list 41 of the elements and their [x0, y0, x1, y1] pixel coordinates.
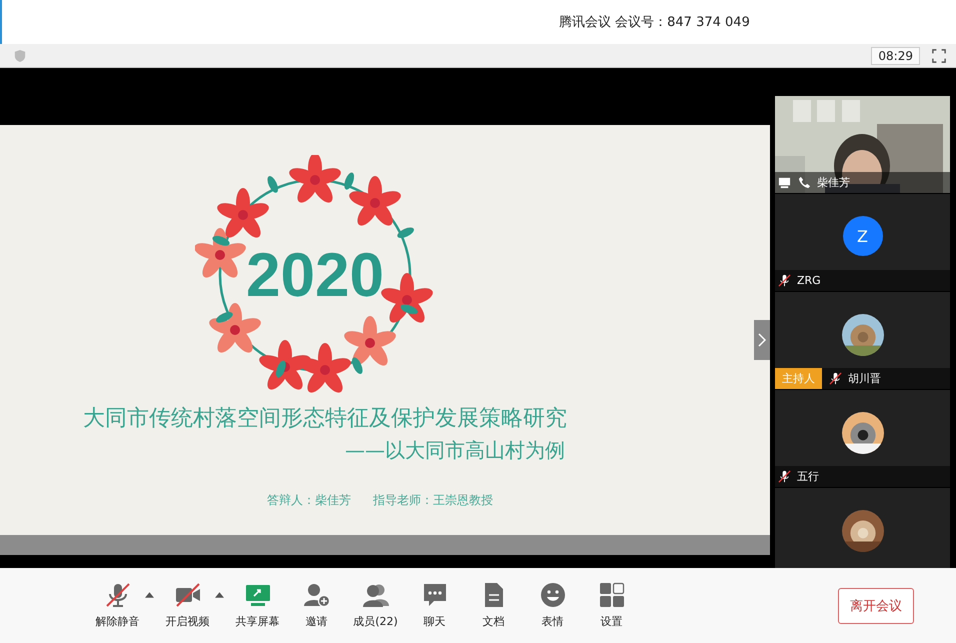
slide-year: 2020	[246, 240, 384, 310]
share-button[interactable]: 共享屏幕	[230, 578, 285, 633]
participant-tile[interactable]: Z ZRG	[775, 194, 950, 291]
doc-button[interactable]: 文档	[466, 578, 521, 633]
next-page-button[interactable]	[754, 320, 770, 360]
mic-button[interactable]: 解除静音	[90, 578, 145, 633]
monitor-icon	[244, 582, 270, 608]
meeting-timer: 08:29	[871, 46, 920, 64]
chevron-right-icon	[758, 333, 766, 347]
slide-subtitle: ——以大同市高山村为例	[345, 437, 565, 464]
leave-meeting-button[interactable]: 离开会议	[838, 588, 914, 624]
add-person-icon	[304, 582, 330, 608]
chat-icon	[422, 582, 448, 608]
participant-tile[interactable]: 五行	[775, 390, 950, 487]
slide-title: 大同市传统村落空间形态特征及保护发展策略研究	[83, 405, 567, 433]
participant-name: 柴佳芳	[817, 175, 850, 190]
window-title: 腾讯会议 会议号：847 374 049	[559, 14, 750, 31]
caret-icon[interactable]	[215, 592, 224, 598]
participant-name: ZRG	[797, 274, 821, 287]
people-icon	[362, 582, 388, 608]
settings-icon	[598, 582, 624, 608]
chat-button[interactable]: 聊天	[407, 578, 462, 633]
invite-button[interactable]: 邀请	[289, 578, 344, 633]
settings-button[interactable]: 设置	[584, 578, 639, 633]
presenter-text: 答辩人：柴佳芳	[267, 492, 351, 509]
caret-icon[interactable]	[145, 592, 154, 598]
camera-icon	[174, 582, 200, 608]
emoji-button[interactable]: 表情	[525, 578, 580, 633]
avatar-initial: Z	[842, 216, 882, 256]
participant-tile[interactable]: 柴佳芳	[775, 96, 950, 193]
members-button[interactable]: 成员(22)	[348, 578, 403, 633]
advisor-text: 指导老师：王崇恩教授	[373, 492, 493, 509]
participant-tile[interactable]: 主持人 胡川晋	[775, 292, 950, 389]
microphone-icon	[104, 582, 130, 608]
participant-name: 五行	[797, 469, 819, 484]
participant-tile[interactable]	[775, 488, 950, 568]
participant-name: 胡川晋	[848, 371, 881, 386]
host-badge: 主持人	[775, 368, 822, 389]
fullscreen-icon[interactable]	[932, 48, 946, 62]
smiley-icon	[540, 582, 566, 608]
camera-button[interactable]: 开启视频	[160, 578, 215, 633]
